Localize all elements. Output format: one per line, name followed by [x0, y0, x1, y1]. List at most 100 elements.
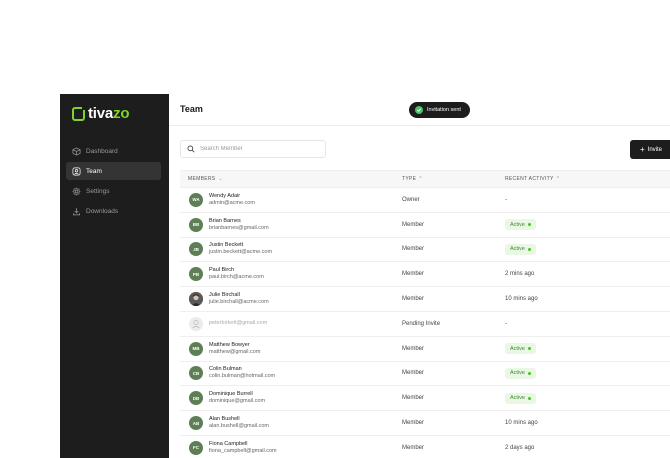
avatar: MB [189, 341, 203, 356]
avatar: BB [189, 217, 203, 232]
member-cell: DB Dominique Burrell dominique@gmail.com [180, 391, 402, 406]
member-info: Dominique Burrell dominique@gmail.com [209, 391, 265, 405]
table-row[interactable]: PB Paul Birch paul.birch@acme.com Member 2 m… [180, 262, 670, 288]
member-type: Member [402, 395, 425, 402]
avatar-placeholder-icon [189, 316, 203, 331]
member-name: Brian Barnes [209, 217, 241, 224]
member-info: Wendy Adair admin@acme.com [209, 193, 255, 207]
column-header-activity[interactable]: RECENT ACTIVITY ^ [505, 176, 670, 182]
member-name: Colin Bulman [209, 366, 242, 373]
search-box[interactable] [180, 140, 326, 158]
user-square-icon [72, 167, 81, 176]
invitation-toast: Invitation sent [409, 102, 470, 118]
table-row[interactable]: CB Colin Bulman colin.bulman@hotmail.com Me… [180, 362, 670, 387]
member-type: Pending Invite [402, 320, 441, 327]
download-icon [72, 207, 81, 216]
avatar: DB [189, 391, 203, 406]
member-email: paul.birch@acme.com [209, 274, 264, 281]
status-badge-label: Active [510, 395, 525, 402]
sidebar-item-label: Team [86, 167, 102, 175]
sidebar-item-dashboard[interactable]: Dashboard [66, 142, 161, 160]
sort-up-icon: ^ [556, 176, 560, 182]
member-email: peterbirkett@gmail.com [209, 320, 268, 327]
member-email: dominique@gmail.com [209, 398, 266, 405]
activity-text: 2 mins ago [505, 271, 535, 278]
page-title: Team [180, 104, 203, 114]
member-type: Member [402, 221, 425, 228]
member-info: peterbirkett@gmail.com [209, 320, 267, 327]
toast-label: Invitation sent [427, 107, 461, 113]
sidebar-item-team[interactable]: Team [66, 162, 161, 180]
app-window: tivazo Dashboard Team Settings Downloads… [0, 0, 670, 458]
table-row[interactable]: WA Wendy Adair admin@acme.com Owner - [180, 188, 670, 213]
recent-activity-cell: 2 mins ago [505, 271, 670, 277]
column-header-type[interactable]: TYPE ^ [402, 176, 505, 182]
check-circle-icon [415, 106, 423, 114]
member-type: Owner [402, 196, 420, 203]
status-badge: Active [505, 219, 536, 231]
table-row[interactable]: FC Fiona Campbell fiona_campbell@gmail.com… [180, 436, 670, 458]
brand-name: tivazo [88, 105, 130, 122]
member-email: alan.bushell@gmail.com [209, 423, 270, 430]
invite-button[interactable]: + Invite [630, 140, 670, 159]
search-input[interactable] [200, 146, 320, 152]
brand-logo[interactable]: tivazo [72, 105, 130, 122]
member-email: brianbarnes@gmail.com [209, 224, 269, 231]
status-badge: Active [505, 392, 536, 404]
member-info: Colin Bulman colin.bulman@hotmail.com [209, 366, 275, 380]
status-badge-label: Active [510, 221, 525, 228]
avatar: PB [189, 267, 203, 282]
recent-activity-cell: Active [505, 367, 670, 379]
sidebar-item-label: Dashboard [86, 147, 118, 155]
activity-text: - [505, 196, 507, 203]
sidebar-item-label: Settings [86, 187, 110, 195]
status-dot-icon [527, 223, 531, 227]
member-cell: AB Alan Bushell alan.bushell@gmail.com [180, 416, 402, 431]
status-badge-label: Active [510, 370, 525, 377]
member-email: admin@acme.com [209, 199, 255, 206]
member-cell: Julie Birchall julie.birchall@acme.com [180, 292, 402, 307]
member-name: Justin Beckett [209, 242, 244, 249]
avatar-photo [189, 292, 203, 307]
members-table: MEMBERS ⌄ TYPE ^ RECENT ACTIVITY ^ WA Wendy … [180, 170, 670, 458]
cube-icon [72, 146, 81, 156]
member-email: matthew@gmail.com [209, 348, 261, 355]
table-row[interactable]: Julie Birchall julie.birchall@acme.com Mem… [180, 287, 670, 312]
status-badge-label: Active [510, 246, 525, 253]
status-badge: Active [505, 343, 536, 355]
logo-icon [72, 105, 86, 121]
sidebar-item-downloads[interactable]: Downloads [66, 202, 161, 220]
table-row[interactable]: DB Dominique Burrell dominique@gmail.com Me… [180, 386, 670, 412]
member-info: Justin Beckett justin.beckett@acme.com [209, 242, 272, 256]
member-info: Julie Birchall julie.birchall@acme.com [209, 292, 269, 306]
sort-icon: ⌄ [218, 176, 223, 182]
sidebar-item-settings[interactable]: Settings [66, 182, 161, 200]
status-dot-icon [527, 396, 531, 400]
activity-text: 10 mins ago [505, 420, 538, 427]
member-name: Dominique Burrell [209, 391, 253, 398]
table-row[interactable]: BB Brian Barnes brianbarnes@gmail.com Membe… [180, 213, 670, 238]
recent-activity-cell: 10 mins ago [505, 420, 670, 426]
table-row[interactable]: AB Alan Bushell alan.bushell@gmail.com Memb… [180, 411, 670, 436]
column-header-members[interactable]: MEMBERS ⌄ [180, 176, 402, 182]
recent-activity-cell: 2 days ago [505, 445, 670, 451]
gear-icon [72, 186, 81, 196]
status-badge: Active [505, 243, 536, 255]
member-email: fiona_campbell@gmail.com [209, 447, 277, 454]
member-info: Matthew Bowyer matthew@gmail.com [209, 342, 260, 356]
table-row[interactable]: peterbirkett@gmail.com Pending Invite - [180, 312, 670, 337]
member-cell: CB Colin Bulman colin.bulman@hotmail.com [180, 366, 402, 381]
member-info: Brian Barnes brianbarnes@gmail.com [209, 218, 269, 232]
avatar: JB [189, 242, 203, 257]
avatar: WA [189, 192, 203, 207]
table-row[interactable]: JB Justin Beckett justin.beckett@acme.com M… [180, 238, 670, 263]
member-type: Member [402, 370, 425, 377]
member-name: Fiona Campbell [209, 440, 248, 447]
sidebar-nav: Dashboard Team Settings Downloads [66, 142, 161, 222]
table-row[interactable]: MB Matthew Bowyer matthew@gmail.com Member A… [180, 337, 670, 362]
plus-icon: + [640, 144, 645, 154]
avatar: FC [189, 440, 203, 455]
member-name: Wendy Adair [209, 192, 241, 199]
member-cell: BB Brian Barnes brianbarnes@gmail.com [180, 217, 402, 232]
table-body: WA Wendy Adair admin@acme.com Owner - BB Brian… [180, 188, 670, 458]
